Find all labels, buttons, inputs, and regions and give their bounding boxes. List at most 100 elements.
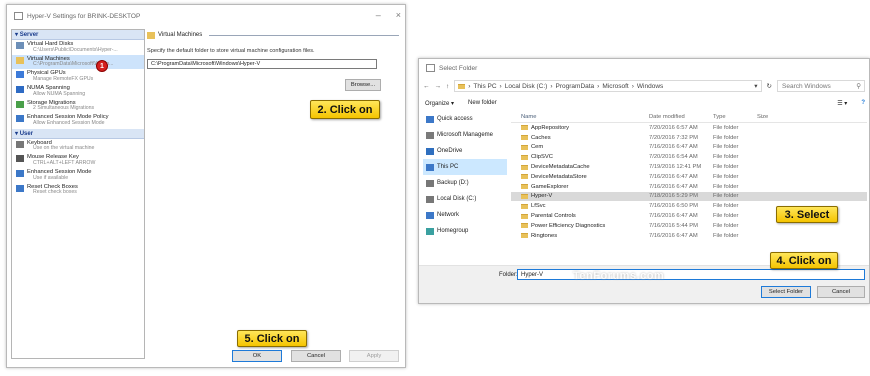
management-icon <box>426 131 434 139</box>
step2-callout: 2. Click on <box>310 100 380 119</box>
tree-section-user[interactable]: ▾ User <box>12 128 144 139</box>
panel-header: Virtual Machines <box>147 29 399 41</box>
file-row[interactable]: Caches 7/20/2016 7:32 PM File folder <box>511 133 867 143</box>
tree-item[interactable]: Mouse Release Key CTRL+ALT+LEFT ARROW <box>12 153 144 168</box>
file-name: DeviceMetadataStore <box>531 173 587 180</box>
file-date: 7/20/2016 6:54 AM <box>649 154 698 161</box>
tree-item[interactable]: Enhanced Session Mode Policy Allow Enhanc… <box>12 113 144 128</box>
tree-item-sub: Manage RemoteFX GPUs <box>33 75 94 82</box>
file-type: File folder <box>713 164 739 171</box>
tree-item-text: Storage Migrations 2 Simultaneous Migrati… <box>27 100 94 113</box>
file-name-cell: Parental Controls <box>511 213 649 219</box>
apply-button[interactable]: Apply <box>349 350 399 362</box>
file-date: 7/16/2016 6:50 PM <box>649 203 698 210</box>
tree-item[interactable]: Virtual Hard Disks C:\Users\Public\Docume… <box>12 40 144 55</box>
file-row[interactable]: DeviceMetadataCache 7/19/2016 12:41 PM Fil… <box>511 162 867 172</box>
close-icon[interactable]: × <box>396 10 401 20</box>
tree-item[interactable]: Reset Check Boxes Reset check boxes <box>12 183 144 198</box>
file-name: AppRepository <box>531 124 570 131</box>
hyperv-settings-window: Hyper-V Settings for BRINK-DESKTOP – × ▾… <box>6 4 406 368</box>
nav-item-label: Quick access <box>437 116 473 122</box>
tree-item[interactable]: Keyboard Use on the virtual machine <box>12 139 144 154</box>
file-name-cell: DeviceMetadataCache <box>511 164 649 170</box>
folder-icon <box>521 144 528 150</box>
nav-item[interactable]: This PC <box>423 159 507 175</box>
settings-tree: ▾ Server Virtual Hard Disks C:\Users\Publ… <box>11 29 145 359</box>
hyperv-window-controls: – × <box>376 10 401 20</box>
file-type: File folder <box>713 154 739 161</box>
column-header[interactable]: Size <box>757 114 797 120</box>
forward-arrow-icon[interactable]: → <box>435 83 442 90</box>
up-arrow-icon[interactable]: ↑ <box>446 83 449 90</box>
numa-icon <box>16 85 24 93</box>
user-section-label: User <box>19 130 34 137</box>
file-name: GameExplorer <box>531 183 569 190</box>
nav-item[interactable]: Homegroup <box>423 223 507 239</box>
file-name-cell: AppRepository <box>511 125 649 131</box>
breadcrumb-segment[interactable]: Windows <box>637 83 663 90</box>
nav-item[interactable]: Local Disk (C:) <box>423 191 507 207</box>
tree-item-sub: Reset check boxes <box>33 189 77 196</box>
tree-item[interactable]: NUMA Spanning Allow NUMA Spanning <box>12 84 144 99</box>
file-row[interactable]: ClipSVC 7/20/2016 6:54 AM File folder <box>511 152 867 162</box>
organize-button[interactable]: Organize ▾ <box>425 100 454 107</box>
tree-section-server[interactable]: ▾ Server <box>12 30 144 40</box>
dialog-cancel-button[interactable]: Cancel <box>817 286 865 298</box>
file-row[interactable]: AppRepository 7/20/2016 6:57 AM File folde… <box>511 123 867 133</box>
breadcrumb-segment[interactable]: This PC <box>473 83 496 90</box>
file-type: File folder <box>713 173 739 180</box>
nav-item[interactable]: Quick access <box>423 111 507 127</box>
chevron-right-icon: › <box>597 82 600 90</box>
back-arrow-icon[interactable]: ← <box>423 83 430 90</box>
file-row[interactable]: GameExplorer 7/16/2016 6:47 AM File folder <box>511 182 867 192</box>
panel-title: Virtual Machines <box>158 32 203 38</box>
tree-item-text: Mouse Release Key CTRL+ALT+LEFT ARROW <box>27 154 95 167</box>
breadcrumb-dropdown-icon[interactable]: ▾ <box>754 82 760 90</box>
file-type: File folder <box>713 213 739 220</box>
tree-item[interactable]: Storage Migrations 2 Simultaneous Migrati… <box>12 99 144 114</box>
ok-button[interactable]: OK <box>232 350 282 362</box>
chevron-right-icon: › <box>631 82 634 90</box>
breadcrumb[interactable]: › This PC › Local Disk (C:) › ProgramData › Mic… <box>454 80 762 92</box>
nav-item[interactable]: Backup (D:) <box>423 175 507 191</box>
tree-item[interactable]: Enhanced Session Mode Use if available <box>12 168 144 183</box>
file-date: 7/20/2016 7:32 PM <box>649 134 698 141</box>
refresh-icon[interactable]: ↻ <box>767 82 772 90</box>
breadcrumb-segment[interactable]: Local Disk (C:) <box>505 83 548 90</box>
column-header[interactable]: Type <box>713 114 757 120</box>
help-icon[interactable]: ? <box>861 100 865 106</box>
tree-item-sub: Use if available <box>33 174 69 181</box>
breadcrumb-segment[interactable]: Microsoft <box>602 83 628 90</box>
nav-item-label: Local Disk (C:) <box>437 196 477 202</box>
file-row[interactable]: DeviceMetadataStore 7/16/2016 6:47 AM File… <box>511 172 867 182</box>
select-folder-button[interactable]: Select Folder <box>761 286 811 298</box>
vm-folder-path-input[interactable]: C:\ProgramData\Microsoft\Windows\Hyper-V <box>147 59 377 69</box>
session-policy-icon <box>16 115 24 123</box>
tree-item-text: Enhanced Session Mode Policy Allow Enhanc… <box>27 114 109 127</box>
column-header[interactable]: Name <box>511 114 649 120</box>
drive-icon <box>426 195 434 203</box>
new-folder-button[interactable]: New folder <box>468 100 497 106</box>
header-rule <box>209 34 399 36</box>
file-row[interactable]: Cem 7/16/2016 6:47 AM File folder <box>511 143 867 153</box>
chevron-right-icon: › <box>499 82 502 90</box>
browse-button[interactable]: Browse... <box>345 79 381 91</box>
cancel-button[interactable]: Cancel <box>291 350 341 362</box>
star-icon <box>426 115 434 123</box>
nav-item[interactable]: Microsoft Manageme <box>423 127 507 143</box>
tree-item-text: NUMA Spanning Allow NUMA Spanning <box>27 85 85 98</box>
column-header[interactable]: Date modified <box>649 114 713 120</box>
folder-name-input[interactable]: Hyper-V <box>517 269 865 280</box>
search-input[interactable]: Search Windows ⚲ <box>777 80 865 92</box>
file-name-cell: Caches <box>511 135 649 141</box>
nav-item[interactable]: OneDrive <box>423 143 507 159</box>
view-options-icon[interactable]: ☰ ▾ <box>837 100 847 107</box>
tree-item[interactable]: Physical GPUs Manage RemoteFX GPUs <box>12 69 144 84</box>
tree-item[interactable]: Virtual Machines C:\ProgramData\Microsoft… <box>12 54 144 70</box>
breadcrumb-segment[interactable]: ProgramData <box>556 83 595 90</box>
file-name-cell: LfSvc <box>511 203 649 209</box>
file-row[interactable]: Ringtones 7/16/2016 6:47 AM File folder <box>511 231 867 241</box>
minimize-icon[interactable]: – <box>376 10 381 20</box>
nav-item[interactable]: Network <box>423 207 507 223</box>
file-row[interactable]: Hyper-V 7/18/2016 5:29 PM File folder <box>511 191 867 202</box>
